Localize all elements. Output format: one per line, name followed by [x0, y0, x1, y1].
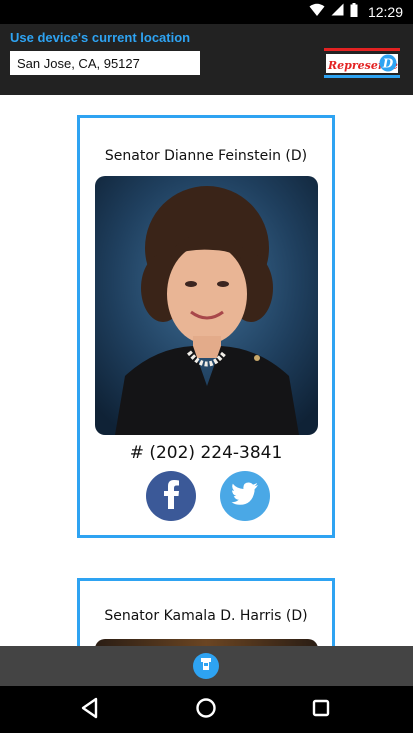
senator-name: Senator Dianne Feinstein (D) — [104, 148, 308, 164]
app-logo: Represente D — [322, 46, 402, 80]
location-input[interactable] — [10, 51, 200, 75]
home-icon — [195, 697, 217, 724]
representative-card[interactable]: Senator Kamala D. Harris (D) — [77, 578, 335, 646]
app-header: Use device's current location Represente… — [0, 24, 413, 95]
recents-icon — [311, 698, 331, 723]
representatives-list[interactable]: Senator Dianne Feinstein (D) # (202) 224… — [0, 95, 413, 646]
facebook-button[interactable] — [146, 471, 196, 521]
wifi-icon — [309, 3, 325, 22]
home-button[interactable] — [194, 697, 218, 724]
back-button[interactable] — [78, 697, 102, 724]
app-logo-icon — [198, 656, 214, 677]
senator-name: Senator Kamala D. Harris (D) — [104, 608, 308, 624]
phone-number[interactable]: # (202) 224-3841 — [80, 443, 332, 463]
bottom-bar — [0, 646, 413, 686]
logo-letter: D — [382, 57, 394, 71]
representative-card[interactable]: Senator Dianne Feinstein (D) # (202) 224… — [77, 115, 335, 538]
twitter-button[interactable] — [220, 471, 270, 521]
senator-portrait — [95, 176, 318, 435]
status-time: 12:29 — [367, 4, 403, 20]
facebook-icon — [161, 479, 181, 514]
signal-icon — [331, 3, 344, 21]
twitter-icon — [231, 482, 259, 511]
battery-icon — [350, 2, 358, 22]
back-icon — [80, 697, 100, 724]
status-icons: 12:29 — [309, 2, 403, 22]
use-current-location-link[interactable]: Use device's current location — [10, 30, 190, 45]
system-nav-bar — [0, 686, 413, 733]
app-home-button[interactable] — [193, 653, 219, 679]
senator-portrait — [95, 639, 318, 646]
status-bar: 12:29 — [0, 0, 413, 24]
recents-button[interactable] — [309, 698, 333, 722]
